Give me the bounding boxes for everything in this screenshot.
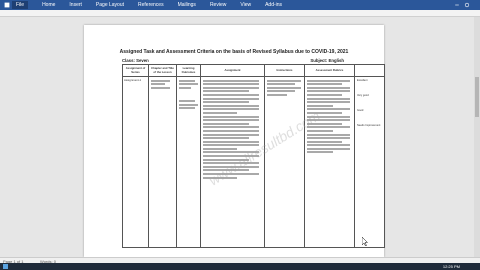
minimize-ribbon-icon[interactable] (454, 2, 460, 8)
tab-insert[interactable]: Insert (69, 2, 82, 8)
document-title: Assigned Task and Assessment Criteria on… (119, 49, 349, 55)
subject-label: Subject: English (310, 58, 344, 63)
tab-references[interactable]: References (138, 2, 164, 8)
table-header-cell: Assignment (200, 64, 265, 77)
text-line (307, 133, 351, 136)
table-header-cell: Assessment Rubrics (304, 64, 355, 77)
document-page[interactable]: Assigned Task and Assessment Criteria on… (84, 25, 385, 257)
text-line (267, 93, 288, 96)
save-icon[interactable] (4, 2, 10, 8)
tab-mailings[interactable]: Mailings (178, 2, 196, 8)
text-line (267, 86, 302, 89)
clock[interactable]: 12:25 PM (443, 264, 460, 269)
rubric-level: Good (357, 109, 364, 112)
text-line (203, 90, 249, 93)
text-line (179, 99, 195, 102)
table-cell (264, 76, 305, 248)
table-header-cell: Chapter and Title of the Lesson (148, 64, 177, 77)
document-workspace: Assigned Task and Assessment Criteria on… (0, 17, 480, 257)
text-line (307, 151, 333, 154)
text-line (203, 79, 260, 82)
text-line (307, 137, 351, 140)
table-header-cell: Assignment of Series (122, 64, 149, 77)
text-line (203, 115, 260, 118)
rubric-level: Needs Improvement (357, 124, 381, 127)
tab-review[interactable]: Review (210, 2, 226, 8)
table-cell (176, 76, 201, 248)
text-line (151, 86, 170, 89)
table-cell: Assignment-1 (122, 76, 149, 248)
text-line (203, 119, 260, 122)
table-header-cell: Learning Outcomes (176, 64, 201, 77)
text-line (203, 108, 260, 111)
text-line (203, 83, 260, 86)
text-line (307, 79, 351, 82)
text-line (307, 129, 333, 132)
text-line (179, 83, 199, 86)
text-line (307, 83, 343, 86)
text-line (307, 93, 343, 96)
text-line (179, 86, 191, 89)
tab-file[interactable]: File (12, 1, 29, 9)
tab-home[interactable]: Home (42, 2, 55, 8)
text-line (203, 101, 249, 104)
class-label: Class: Seven (122, 58, 149, 63)
table-header-cell: Instructions (264, 64, 305, 77)
text-line (151, 79, 170, 82)
text-line (307, 86, 351, 89)
text-line (179, 103, 199, 106)
text-line (267, 90, 295, 93)
mouse-cursor-icon (362, 237, 368, 246)
taskbar: 12:25 PM (0, 263, 480, 270)
tab-page-layout[interactable]: Page Layout (96, 2, 124, 8)
scrollbar-thumb[interactable] (475, 77, 479, 117)
text-line (307, 144, 351, 147)
assignment-label: Assignment-1 (124, 78, 142, 82)
text-line (203, 126, 260, 129)
text-line (203, 97, 260, 100)
table-header-row: Assignment of Series Chapter and Title o… (122, 64, 385, 77)
text-line (307, 140, 343, 143)
tab-add-ins[interactable]: Add-ins (265, 2, 282, 8)
table-cell: Excellent Very good Good Needs Improveme… (354, 76, 385, 248)
help-icon[interactable] (464, 2, 470, 8)
text-line (307, 147, 351, 150)
text-line (203, 86, 260, 89)
table-cell (304, 76, 355, 248)
text-line (203, 147, 237, 150)
ribbon-tabs: File Home Insert Page Layout References … (0, 0, 480, 10)
text-line (307, 90, 351, 93)
text-line (307, 101, 351, 104)
table-header-cell (354, 64, 385, 77)
text-line (203, 133, 260, 136)
start-button[interactable] (3, 264, 8, 269)
text-line (179, 79, 195, 82)
text-line (307, 97, 351, 100)
text-line (203, 122, 249, 125)
text-line (203, 137, 249, 140)
text-line (179, 107, 195, 110)
text-line (267, 83, 295, 86)
rubric-level: Excellent (357, 79, 368, 82)
text-line (203, 129, 260, 132)
tab-view[interactable]: View (240, 2, 251, 8)
text-line (307, 104, 333, 107)
ribbon-toolbar (0, 10, 480, 17)
text-line (203, 104, 260, 107)
vertical-scrollbar[interactable] (474, 17, 480, 257)
text-line (267, 79, 302, 82)
text-line (151, 83, 165, 86)
text-line (203, 93, 260, 96)
rubric-level: Very good (357, 94, 369, 97)
table-cell (148, 76, 177, 248)
text-line (203, 111, 237, 114)
text-line (203, 140, 260, 143)
